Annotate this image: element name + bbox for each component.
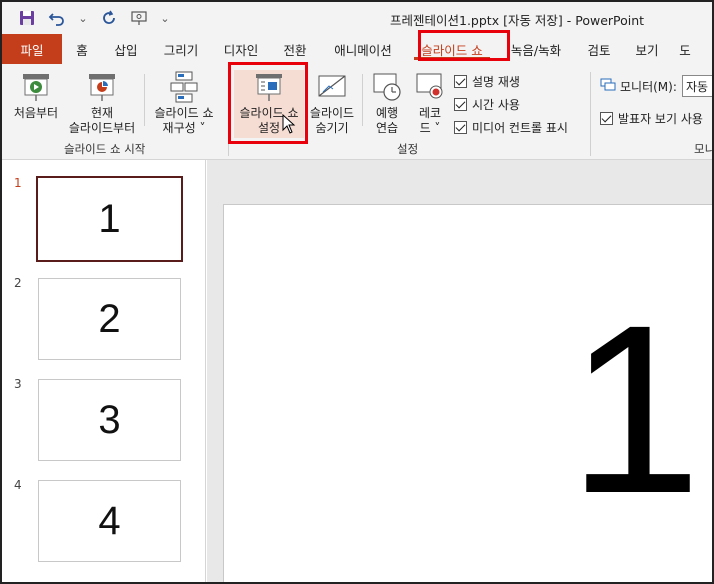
slide-number: 4 — [14, 478, 22, 492]
slide-number: 1 — [14, 176, 22, 190]
quick-access-toolbar: ⌄ ⌄ — [2, 5, 174, 31]
ribbon: 처음부터 현재 슬라이드부터 슬라이드 쇼 재구성 ˅ 슬라이드 쇼 시작 슬라… — [2, 62, 714, 160]
current-slide[interactable]: 1 — [223, 204, 712, 582]
powerpoint-window: ⌄ ⌄ 프레젠테이션1.pptx [자동 저장] - PowerPoint 파일… — [0, 0, 714, 584]
from-current-button[interactable]: 현재 슬라이드부터 — [64, 70, 140, 136]
tab-home[interactable]: 홈 — [62, 34, 102, 64]
group-label-setup: 설정 — [397, 142, 419, 156]
slide-thumbnail[interactable]: 4 — [38, 480, 181, 562]
use-timings-checkbox[interactable]: 시간 사용 — [454, 96, 520, 113]
record-label-line1: 레코 — [418, 106, 442, 120]
play-narrations-checkbox[interactable]: 설명 재생 — [454, 73, 520, 90]
slide-editing-canvas: 1 — [207, 160, 712, 582]
use-timings-label: 시간 사용 — [472, 98, 520, 112]
tab-slide-show[interactable]: 슬라이드 쇼 — [406, 34, 498, 64]
hide-slide-button[interactable]: 슬라이드 숨기기 — [306, 70, 358, 136]
checkbox-checked-icon — [454, 121, 467, 134]
mouse-cursor-icon — [282, 114, 296, 134]
show-media-controls-label: 미디어 컨트롤 표시 — [472, 121, 568, 135]
tab-review[interactable]: 검토 — [574, 34, 624, 64]
ribbon-tabs: 파일 홈 삽입 그리기 디자인 전환 애니메이션 슬라이드 쇼 녹음/녹화 검토… — [2, 34, 712, 64]
save-icon[interactable] — [14, 5, 40, 31]
from-current-label-line1: 현재 — [90, 106, 114, 120]
from-beginning-button[interactable]: 처음부터 — [8, 70, 64, 121]
undo-dropdown-icon[interactable]: ⌄ — [74, 5, 92, 31]
tab-view[interactable]: 보기 — [624, 34, 670, 64]
checkbox-checked-icon — [454, 98, 467, 111]
from-current-icon — [89, 74, 115, 101]
rehearse-timings-label-line1: 예행 — [375, 106, 399, 120]
checkbox-checked-icon — [600, 112, 613, 125]
separator — [144, 74, 145, 126]
group-label-start-slide-show: 슬라이드 쇼 시작 — [64, 142, 146, 156]
separator — [362, 74, 363, 126]
custom-slide-show-button[interactable]: 슬라이드 쇼 재구성 ˅ — [146, 70, 222, 136]
rehearse-timings-icon — [373, 73, 401, 101]
slide-thumbnails-pane[interactable]: 1 1 2 2 3 3 4 4 — [2, 160, 206, 582]
tab-file[interactable]: 파일 — [2, 34, 62, 64]
record-icon — [416, 73, 443, 99]
rehearse-timings-label-line2: 연습 — [375, 121, 399, 135]
rehearse-timings-button[interactable]: 예행 연습 — [366, 70, 408, 136]
hide-slide-label-line1: 슬라이드 — [309, 106, 355, 120]
undo-icon[interactable] — [44, 5, 70, 31]
tab-more[interactable]: 도 — [670, 34, 700, 64]
custom-slide-show-icon — [170, 71, 198, 103]
tab-draw[interactable]: 그리기 — [150, 34, 212, 64]
from-current-label-line2: 슬라이드부터 — [68, 121, 136, 135]
slide-thumbnail[interactable]: 1 — [36, 176, 183, 262]
set-up-slide-show-icon — [256, 74, 282, 101]
tab-design[interactable]: 디자인 — [212, 34, 270, 64]
slide-text[interactable]: 1 — [568, 289, 701, 529]
play-narrations-label: 설명 재생 — [472, 75, 520, 89]
record-button[interactable]: 레코 드 ˅ — [410, 70, 450, 136]
title-bar: ⌄ ⌄ 프레젠테이션1.pptx [자동 저장] - PowerPoint — [2, 2, 712, 34]
window-title: 프레젠테이션1.pptx [자동 저장] - PowerPoint — [390, 13, 645, 28]
slide-thumbnail[interactable]: 3 — [38, 379, 181, 461]
monitor-select[interactable]: 자동 — [682, 75, 712, 97]
group-separator — [590, 72, 591, 156]
use-presenter-view-label: 발표자 보기 사용 — [618, 112, 703, 126]
show-media-controls-checkbox[interactable]: 미디어 컨트롤 표시 — [454, 119, 568, 136]
customize-toolbar-icon[interactable]: ⌄ — [156, 5, 174, 31]
group-label-monitors: 모니 — [694, 142, 714, 156]
tab-transitions[interactable]: 전환 — [270, 34, 320, 64]
set-up-slide-show-label-line2: 설정 — [257, 121, 281, 135]
tab-insert[interactable]: 삽입 — [102, 34, 150, 64]
slide-number: 3 — [14, 377, 22, 391]
from-beginning-icon — [23, 74, 49, 101]
tab-animations[interactable]: 애니메이션 — [320, 34, 406, 64]
tab-record[interactable]: 녹음/녹화 — [498, 34, 574, 64]
hide-slide-icon — [318, 75, 346, 97]
hide-slide-label-line2: 숨기기 — [315, 121, 349, 135]
use-presenter-view-checkbox[interactable]: 발표자 보기 사용 — [600, 110, 703, 127]
present-from-start-icon[interactable] — [126, 5, 152, 31]
custom-slide-show-label-line2: 재구성 ˅ — [162, 121, 206, 135]
record-label-line2: 드 ˅ — [419, 121, 441, 135]
slide-thumbnail[interactable]: 2 — [38, 278, 181, 360]
from-beginning-label: 처음부터 — [13, 106, 59, 120]
monitor-icon — [600, 78, 616, 91]
checkbox-checked-icon — [454, 75, 467, 88]
redo-icon[interactable] — [96, 5, 122, 31]
monitor-label: 모니터(M): — [620, 80, 677, 94]
slide-number: 2 — [14, 276, 22, 290]
custom-slide-show-label-line1: 슬라이드 쇼 — [154, 106, 214, 120]
group-separator — [228, 72, 229, 156]
